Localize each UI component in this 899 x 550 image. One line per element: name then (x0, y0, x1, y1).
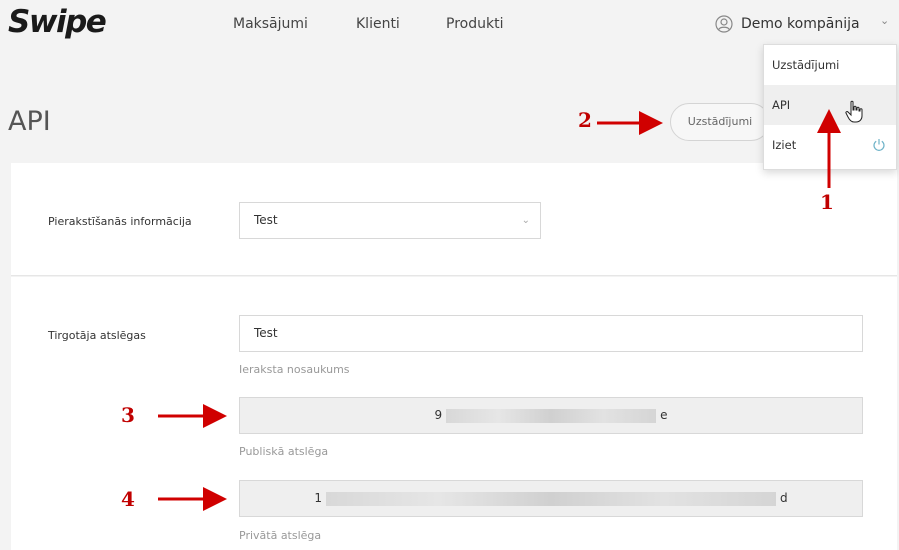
user-icon (715, 15, 733, 33)
menu-item-settings[interactable]: Uzstādījumi (764, 45, 896, 85)
company-name: Demo kompānija (741, 16, 860, 32)
annotation-3: 3 (121, 403, 135, 427)
annotation-1: 1 (820, 190, 834, 214)
swipe-logo[interactable]: Swipe (8, 4, 107, 40)
private-key-field[interactable]: 1d (239, 480, 863, 517)
login-info-select[interactable]: Test ⌄ (239, 202, 541, 239)
record-name-hint: Ieraksta nosaukums (239, 363, 350, 376)
nav-link-clients[interactable]: Klienti (356, 16, 400, 32)
company-dropdown-menu: Uzstādījumi API Iziet (763, 44, 897, 170)
login-info-label: Pierakstīšanās informācija (48, 215, 192, 228)
nav-link-payments[interactable]: Maksājumi (233, 16, 308, 32)
annotation-2: 2 (578, 108, 592, 132)
private-key-hint: Privātā atslēga (239, 529, 322, 542)
company-menu-toggle[interactable]: Demo kompānija (715, 12, 860, 36)
top-navigation: Swipe Maksājumi Klienti Produkti Demo ko… (0, 0, 899, 46)
private-key-end: d (780, 491, 788, 505)
menu-item-logout[interactable]: Iziet (764, 125, 896, 165)
record-name-input[interactable]: Test (239, 315, 863, 352)
chevron-down-icon[interactable]: ⌄ (880, 14, 889, 27)
public-key-start: 9 (434, 408, 443, 422)
logout-label: Iziet (772, 138, 797, 152)
login-info-selected: Test (254, 213, 278, 227)
redacted-key (326, 491, 776, 506)
page-title: API (8, 106, 51, 137)
merchant-keys-panel: Tirgotāja atslēgas Test Ieraksta nosauku… (11, 277, 897, 550)
hand-cursor-icon (845, 100, 863, 123)
public-key-field[interactable]: 9e (239, 397, 863, 434)
merchant-keys-label: Tirgotāja atslēgas (48, 329, 146, 342)
chevron-down-icon: ⌄ (521, 215, 530, 226)
private-key-start: 1 (314, 491, 322, 505)
redacted-key (446, 408, 657, 423)
login-info-panel: Pierakstīšanās informācija Test ⌄ (11, 163, 897, 276)
annotation-4: 4 (121, 487, 135, 511)
nav-link-products[interactable]: Produkti (446, 16, 503, 32)
public-key-hint: Publiskā atslēga (239, 445, 329, 458)
power-icon (873, 139, 885, 151)
menu-item-api[interactable]: API (764, 85, 896, 125)
settings-button[interactable]: Uzstādījumi (670, 103, 770, 141)
public-key-end: e (660, 408, 668, 422)
